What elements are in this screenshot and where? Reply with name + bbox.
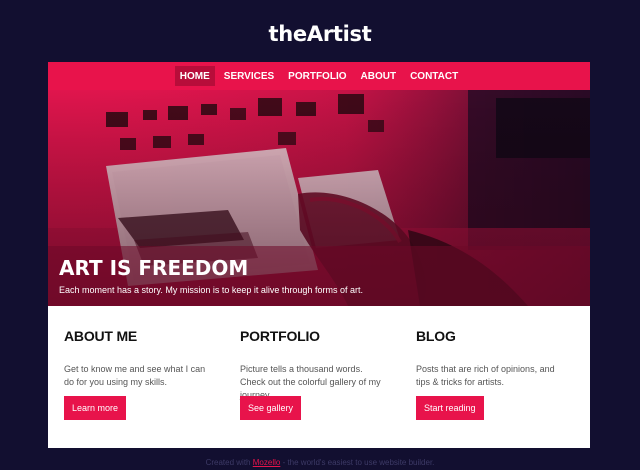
hero-banner: ART IS FREEDOM Each moment has a story. … [48,90,590,306]
see-gallery-button[interactable]: See gallery [240,396,302,420]
nav-item-about[interactable]: ABOUT [356,66,402,86]
feature-columns: ABOUT ME Get to know me and see what I c… [48,306,590,448]
column-title: BLOG [416,328,456,344]
main-navigation: HOME SERVICES PORTFOLIO ABOUT CONTACT [48,62,590,90]
footer-credit: Created with Mozello - the world's easie… [0,458,640,467]
column-text: Posts that are rich of opinions, and tip… [416,364,555,387]
column-text: Get to know me and see what I can do for… [64,364,206,387]
mozello-link[interactable]: Mozello [253,458,281,467]
column-title: ABOUT ME [64,328,138,344]
learn-more-button[interactable]: Learn more [64,396,127,420]
start-reading-button[interactable]: Start reading [416,396,484,420]
page-frame: HOME SERVICES PORTFOLIO ABOUT CONTACT AR… [48,62,590,448]
nav-item-home[interactable]: HOME [174,66,215,86]
footer-prefix: Created with [205,458,251,467]
nav-item-services[interactable]: SERVICES [219,66,279,86]
column-title: PORTFOLIO [240,328,320,344]
nav-item-portfolio[interactable]: PORTFOLIO [283,66,351,86]
hero-heading: ART IS FREEDOM [59,256,249,280]
site-title[interactable]: theArtist [0,22,640,46]
nav-item-contact[interactable]: CONTACT [405,66,463,86]
footer-suffix: - the world's easiest to use website bui… [282,458,435,467]
hero-subtitle: Each moment has a story. My mission is t… [59,285,363,295]
